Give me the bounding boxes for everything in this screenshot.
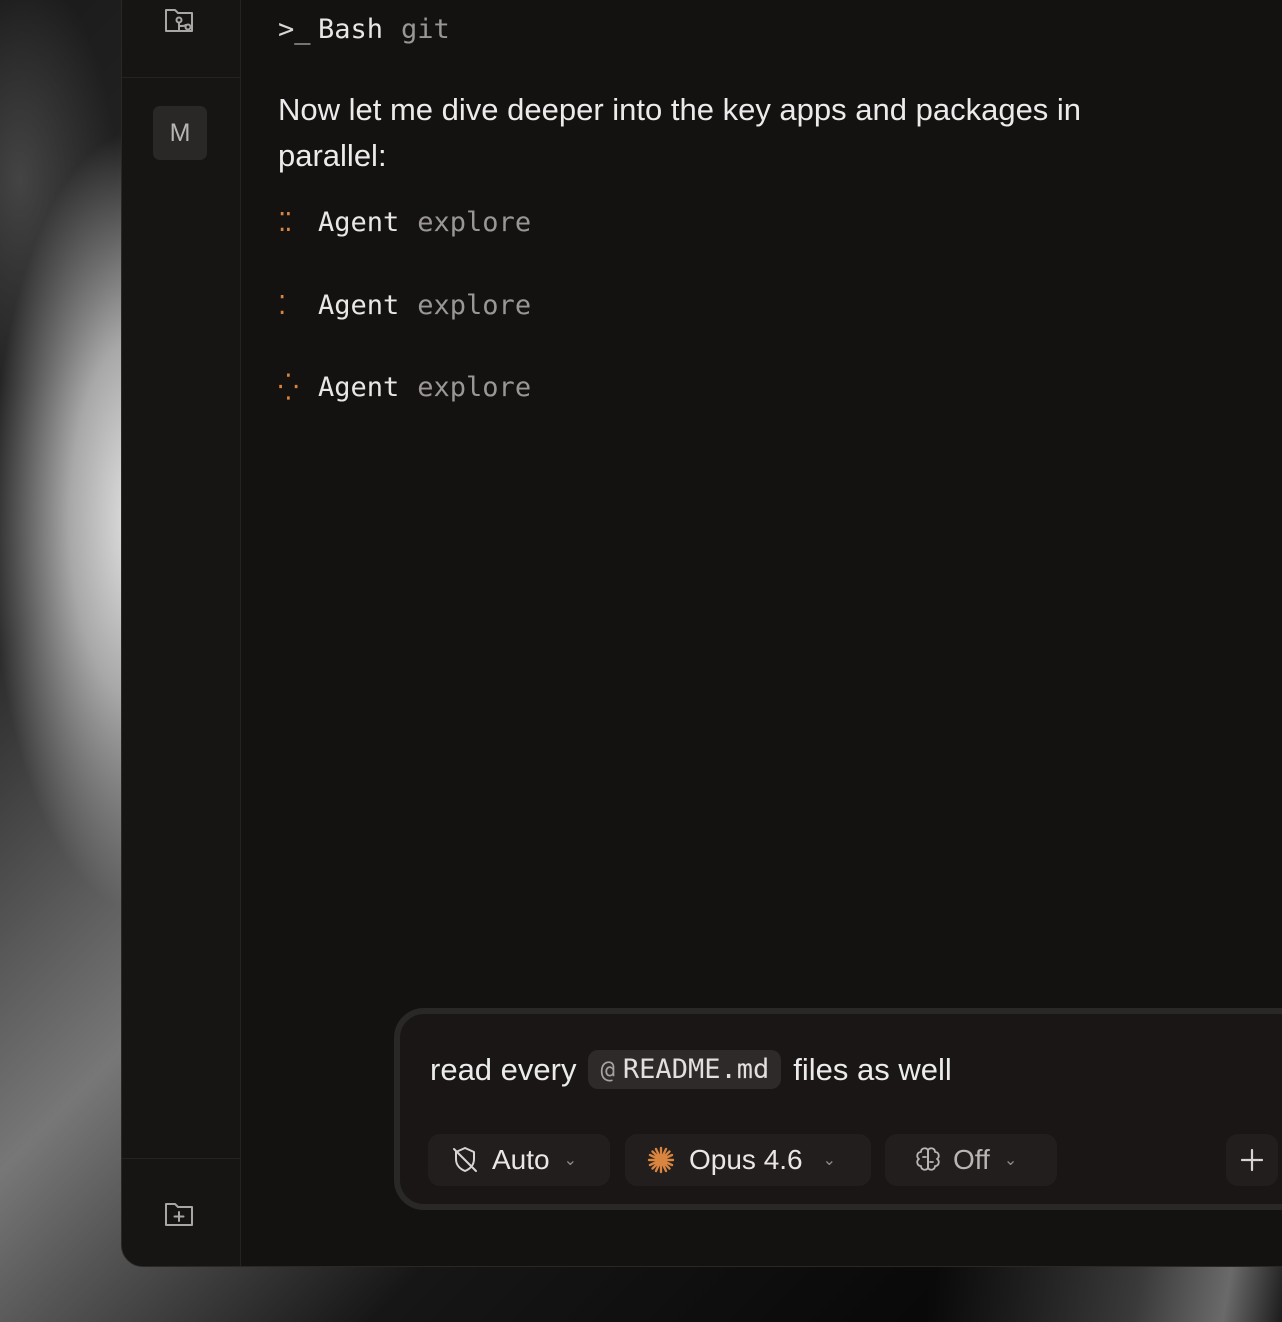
folder-plus-icon[interactable]: [160, 1194, 200, 1234]
spinner-icon: ⁛: [278, 372, 299, 403]
chevron-down-icon: ⌄: [1003, 1152, 1018, 1169]
tool-arg: explore: [417, 372, 532, 403]
model-selector[interactable]: Opus 4.6 ⌄: [625, 1134, 871, 1186]
composer-text-before: read every: [430, 1051, 577, 1087]
composer-text-after: files as well: [793, 1051, 952, 1087]
tool-arg: explore: [417, 290, 532, 321]
sparkle-icon: [647, 1146, 675, 1174]
app-window: M >_ Bash git Now let me dive deeper int…: [121, 0, 1282, 1267]
tool-arg: git: [401, 14, 450, 45]
conversation-pane: >_ Bash git Now let me dive deeper into …: [241, 0, 1282, 1266]
spinner-icon: ⁚⁚: [278, 207, 293, 238]
thinking-label: Off: [953, 1144, 990, 1175]
tool-name: Agent: [318, 372, 400, 403]
bash-tool-call[interactable]: >_ Bash git: [278, 14, 450, 45]
terminal-icon: >_: [278, 14, 311, 45]
agent-tool-call[interactable]: ⁚⁚ Agent explore: [278, 207, 531, 238]
thinking-toggle[interactable]: Off ⌄: [885, 1134, 1057, 1186]
composer-input[interactable]: read every @ README.md files as well: [430, 1050, 952, 1089]
tool-name: Agent: [318, 207, 400, 238]
add-button[interactable]: [1226, 1134, 1278, 1186]
message-composer[interactable]: read every @ README.md files as well Aut…: [394, 1008, 1282, 1210]
shield-off-icon: [450, 1145, 480, 1175]
folder-git-icon[interactable]: [160, 0, 200, 40]
tool-name: Agent: [318, 290, 400, 321]
sidebar: M: [122, 0, 241, 1266]
model-label: Opus 4.6: [689, 1144, 803, 1175]
file-mention-chip[interactable]: @ README.md: [588, 1050, 782, 1089]
at-icon: @: [600, 1055, 615, 1084]
mode-selector[interactable]: Auto ⌄: [428, 1134, 610, 1186]
tool-arg: explore: [417, 207, 532, 238]
sidebar-divider: [122, 1158, 240, 1159]
sidebar-divider: [122, 77, 240, 78]
spinner-icon: ⁚: [278, 290, 286, 321]
mention-filename: README.md: [622, 1054, 770, 1085]
agent-tool-call[interactable]: ⁛ Agent explore: [278, 372, 531, 403]
tool-name: Bash: [318, 14, 384, 45]
agent-tool-call[interactable]: ⁚ Agent explore: [278, 290, 531, 321]
mode-label: Auto: [492, 1144, 550, 1175]
brain-icon: [913, 1145, 943, 1175]
chevron-down-icon: ⌄: [822, 1152, 837, 1169]
plus-icon: [1239, 1147, 1265, 1173]
avatar[interactable]: M: [153, 106, 207, 160]
assistant-message: Now let me dive deeper into the key apps…: [278, 92, 1082, 173]
chevron-down-icon: ⌄: [563, 1152, 578, 1169]
